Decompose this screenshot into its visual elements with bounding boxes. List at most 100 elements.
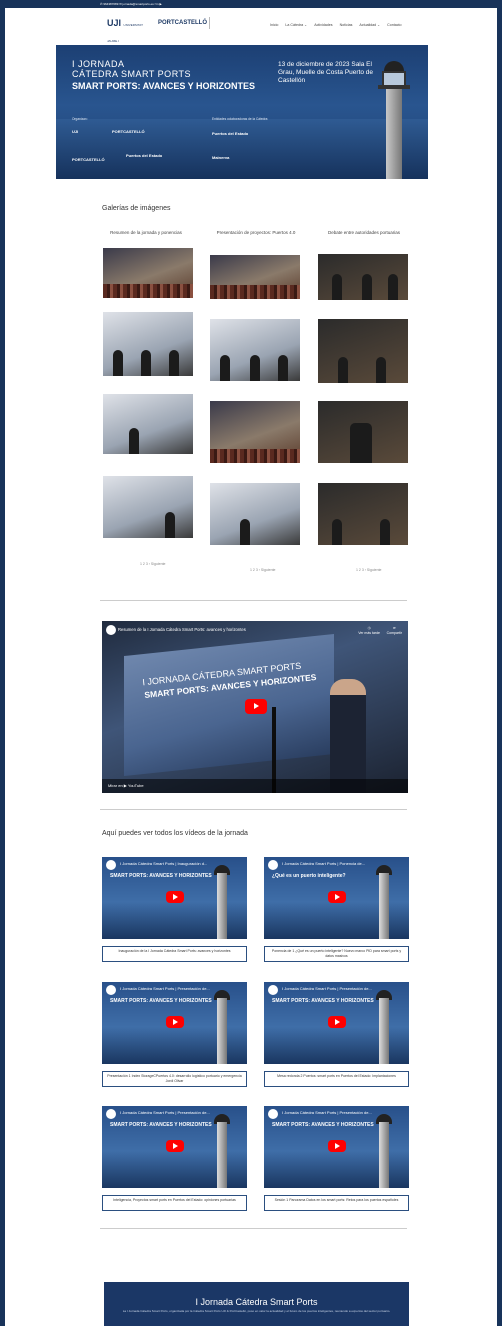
gallery-thumbnail[interactable]	[318, 254, 408, 300]
person	[380, 519, 390, 545]
organizers-label: Organizan:	[72, 117, 88, 121]
video-caption[interactable]: Inteligencia, Proyectos smart ports en P…	[102, 1195, 247, 1211]
video-headline: SMART PORTS: AVANCES Y HORIZONTES	[110, 998, 212, 1004]
video-embed[interactable]: I Jornada Cátedra Smart Ports | Presenta…	[264, 982, 409, 1064]
person	[250, 355, 260, 381]
gallery-pager[interactable]: 1 2 3 › Siguiente	[356, 568, 382, 572]
gallery-thumbnail[interactable]	[318, 319, 408, 383]
video-embed[interactable]: I Jornada Cátedra Smart Ports | Presenta…	[102, 982, 247, 1064]
person	[376, 357, 386, 383]
gallery-pager[interactable]: 1 2 3 › Siguiente	[250, 568, 276, 572]
channel-avatar	[268, 985, 278, 995]
nav-item-catedra[interactable]: La Cátedra ⌄	[285, 23, 307, 27]
channel-avatar	[268, 1109, 278, 1119]
video-caption[interactable]: Presentación 1 Index StorageCPuertos 4.0…	[102, 1071, 247, 1087]
audience	[103, 284, 193, 298]
sponsor-logo: UJI	[72, 129, 79, 134]
sponsor-logo: PORTCASTELLÓ	[72, 157, 105, 162]
hero-line-2: CÁTEDRA SMART PORTS	[72, 69, 192, 79]
person	[278, 355, 288, 381]
watch-on-youtube-link[interactable]: Mirar en ▶ YouTube	[102, 779, 408, 793]
channel-avatar[interactable]	[106, 625, 116, 635]
footer-banner: I Jornada Cátedra Smart Ports La I Jorna…	[104, 1282, 409, 1326]
video-caption[interactable]: Mesa redonda 2 Puertos: smart ports en P…	[264, 1071, 409, 1087]
gallery-thumbnail[interactable]	[103, 476, 193, 538]
video-caption[interactable]: Ponencia de 1 ¿Qué es un puerto intelige…	[264, 946, 409, 962]
video-caption[interactable]: Inauguración de la I Jornada Cátedra Sma…	[102, 946, 247, 962]
share-button[interactable]: ➦ Compartir	[387, 626, 402, 636]
lighthouse-tower	[217, 1122, 227, 1188]
person	[332, 519, 342, 545]
channel-avatar	[106, 860, 116, 870]
video-caption[interactable]: Sesión 1 Panorama Datos en los smart por…	[264, 1195, 409, 1211]
share-icon: ➦	[392, 626, 396, 630]
channel-avatar	[268, 860, 278, 870]
person	[220, 355, 230, 381]
video-title[interactable]: I Jornada Cátedra Smart Ports | Presenta…	[282, 986, 372, 991]
video-title[interactable]: I Jornada Cátedra Smart Ports | Inaugura…	[120, 861, 207, 866]
video-headline: SMART PORTS: AVANCES Y HORIZONTES	[272, 1122, 374, 1128]
person	[240, 519, 250, 545]
gallery-thumbnail[interactable]	[103, 312, 193, 376]
uji-logo[interactable]: UJI UNIVERSITAT JAUME·I	[107, 16, 151, 43]
gallery-thumbnail[interactable]	[318, 483, 408, 545]
video-title[interactable]: I Jornada Cátedra Smart Ports | Presenta…	[120, 986, 210, 991]
lighthouse-tower	[379, 1122, 389, 1188]
video-embed[interactable]: I Jornada Cátedra Smart Ports | Ponencia…	[264, 857, 409, 939]
gallery-thumbnail[interactable]	[210, 319, 300, 381]
gallery-thumbnail[interactable]	[210, 401, 300, 463]
person	[165, 512, 175, 538]
play-button[interactable]	[166, 891, 184, 903]
person	[332, 274, 342, 300]
gallery-title: Galerías de imágenes	[102, 205, 171, 212]
video-embed[interactable]: I Jornada Cátedra Smart Ports | Presenta…	[102, 1106, 247, 1188]
person	[129, 428, 139, 454]
nav-item-actualidad[interactable]: Actualidad ⌄	[359, 23, 380, 27]
sponsor-logo: PORTCASTELLÓ	[112, 129, 145, 134]
channel-avatar	[106, 1109, 116, 1119]
section-divider	[100, 1228, 407, 1229]
gallery-column-title: Resumen de la jornada y ponencias	[110, 230, 182, 235]
video-embed[interactable]: I Jornada Cátedra Smart Ports | Presenta…	[264, 1106, 409, 1188]
hero-line-3: SMART PORTS: AVANCES Y HORIZONTES	[72, 81, 256, 91]
gallery-column-title: Presentación de proyectos: Puertos 4.0	[216, 230, 296, 235]
play-button[interactable]	[166, 1140, 184, 1152]
watch-later-button[interactable]: ◷ Ver más tarde	[358, 626, 380, 636]
play-button[interactable]	[328, 891, 346, 903]
footer-text: La I Jornada Cátedra Smart Ports, organi…	[122, 1309, 391, 1313]
video-headline: SMART PORTS: AVANCES Y HORIZONTES	[110, 873, 212, 879]
nav-item-inicio[interactable]: Inicio	[270, 23, 278, 27]
video-title[interactable]: I Jornada Cátedra Smart Ports | Ponencia…	[282, 861, 365, 866]
video-title[interactable]: I Jornada Cátedra Smart Ports | Presenta…	[282, 1110, 372, 1115]
clock-icon: ◷	[367, 626, 371, 630]
share-label: Compartir	[386, 631, 402, 635]
nav-item-noticias[interactable]: Noticias	[340, 23, 353, 27]
nav-item-contacto[interactable]: Contacto	[387, 23, 401, 27]
play-button[interactable]	[245, 699, 267, 714]
gallery-pager[interactable]: 1 2 3 › Siguiente	[140, 562, 166, 566]
sponsor-logo: Mainerva	[212, 155, 230, 160]
gallery-thumbnail[interactable]	[210, 483, 300, 545]
gallery-column-title: Debate entre autoridades portuarias	[327, 230, 401, 235]
gallery-thumbnail[interactable]	[103, 248, 193, 298]
person	[350, 423, 372, 463]
person	[141, 350, 151, 376]
nav-item-actividades[interactable]: Actividades	[314, 23, 332, 27]
main-video-embed[interactable]: Resumen de la I Jornada Cátedra Smart Po…	[102, 621, 408, 793]
video-title[interactable]: I Jornada Cátedra Smart Ports | Presenta…	[120, 1110, 210, 1115]
section-divider	[100, 600, 407, 601]
gallery-thumbnail[interactable]	[103, 394, 193, 454]
main-video-title[interactable]: Resumen de la I Jornada Cátedra Smart Po…	[118, 627, 246, 632]
lighthouse-tower	[217, 998, 227, 1064]
main-nav: Inicio La Cátedra ⌄ Actividades Noticias…	[270, 23, 402, 27]
person	[113, 350, 123, 376]
play-button[interactable]	[166, 1016, 184, 1028]
portcastello-logo[interactable]: PORTCASTELLÓ	[158, 17, 210, 29]
play-button[interactable]	[328, 1140, 346, 1152]
site-header	[5, 8, 497, 44]
gallery-thumbnail[interactable]	[210, 255, 300, 299]
top-bar: ✆ 964387089 ✉ jornada@smartports.es f in…	[0, 0, 502, 8]
video-embed[interactable]: I Jornada Cátedra Smart Ports | Inaugura…	[102, 857, 247, 939]
gallery-thumbnail[interactable]	[318, 401, 408, 463]
play-button[interactable]	[328, 1016, 346, 1028]
